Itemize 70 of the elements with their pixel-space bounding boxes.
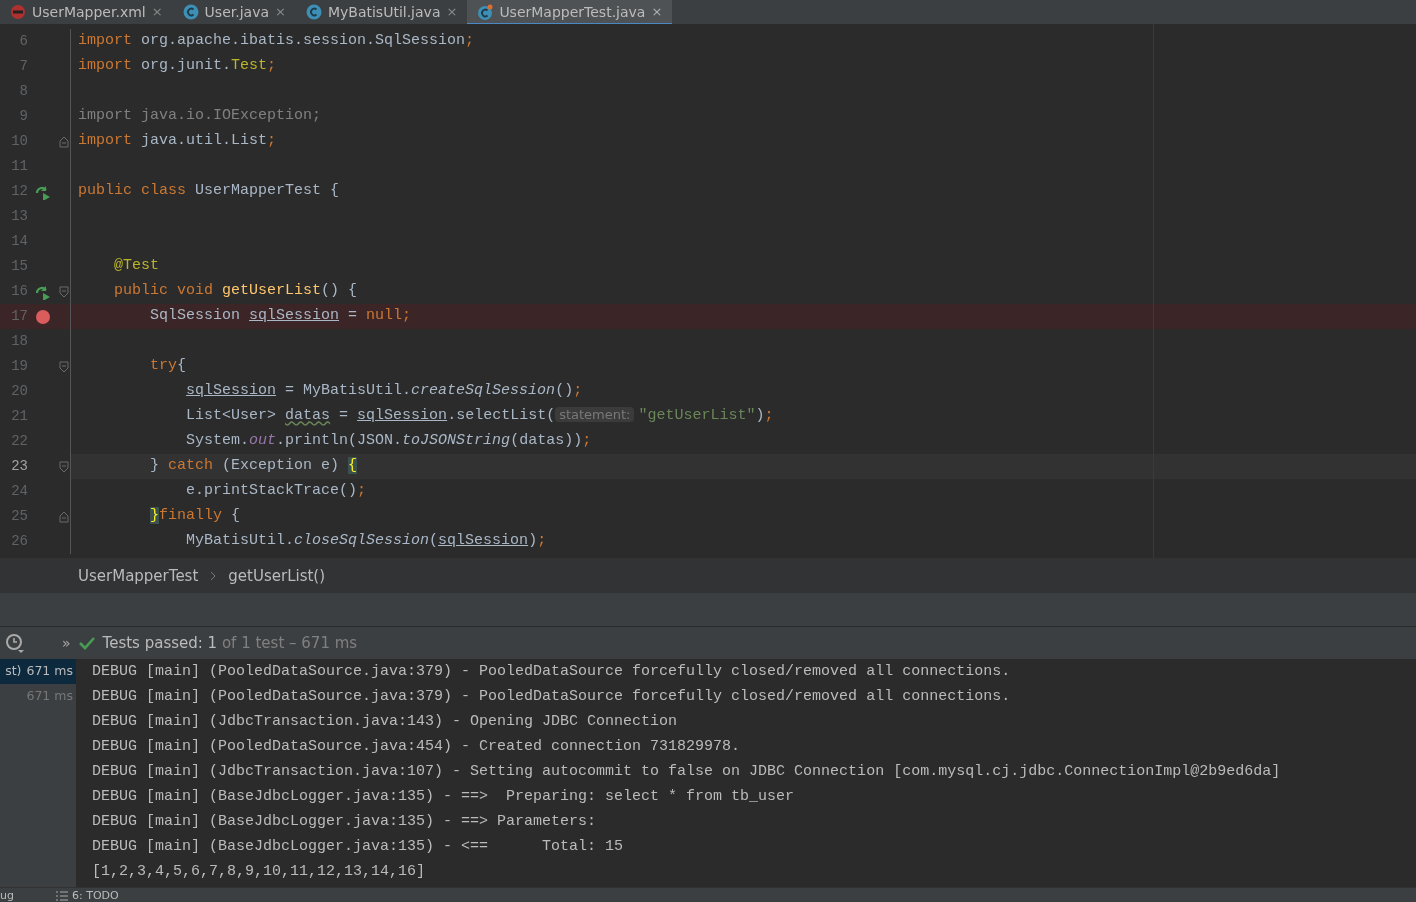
- line-number: 20: [10, 382, 28, 401]
- breadcrumb-item[interactable]: getUserList(): [228, 564, 326, 588]
- console-line: [1,2,3,4,5,6,7,8,9,10,11,12,13,14,16]: [92, 862, 427, 882]
- close-icon[interactable]: ×: [651, 3, 663, 20]
- editor-tab[interactable]: User.java ×: [172, 0, 296, 23]
- line-number: 16: [10, 282, 28, 301]
- line-number: 6: [18, 32, 28, 51]
- line-number: 15: [10, 257, 28, 276]
- close-icon[interactable]: ×: [275, 3, 286, 20]
- history-icon: [4, 632, 26, 654]
- code-line: try{: [149, 356, 187, 377]
- line-number: 22: [10, 432, 28, 451]
- line-number: 21: [10, 407, 28, 426]
- editor-tab[interactable]: UserMapper.xml ×: [0, 0, 173, 23]
- close-icon[interactable]: ×: [151, 3, 163, 20]
- code-line: List<User> datas = sqlSession.selectList( statement: "getUserList");: [185, 406, 774, 427]
- code-line: MyBatisUtil.closeSqlSession(sqlSession);: [185, 531, 547, 552]
- console-line: DEBUG [main] (PooledDataSource.java:379) - PooledDataSource forcefully closed/removed all connections.: [92, 662, 1012, 682]
- console-line: DEBUG [main] (PooledDataSource.java:454) - Created connection 731829978.: [92, 737, 742, 757]
- code-line: e.printStackTrace();: [185, 481, 367, 502]
- editor-tab[interactable]: MyBatisUtil.java ×: [295, 0, 468, 23]
- code-line: } catch (Exception e) {: [149, 456, 358, 477]
- code-line: @Test: [113, 256, 160, 277]
- code-line: System.out.println(JSON.toJSONString(datas));: [185, 431, 592, 452]
- line-number: 24: [10, 482, 28, 501]
- line-number: 7: [18, 57, 28, 76]
- console-line: DEBUG [main] (JdbcTransaction.java:107) - Setting autocommit to false on JDBC Connection [com.mysql.cj.jdbc.ConnectionImpl@2b9ed6da]: [92, 762, 1281, 782]
- test-tree-row[interactable]: st) 671 ms: [0, 659, 76, 684]
- console-line: DEBUG [main] (PooledDataSource.java:379) - PooledDataSource forcefully closed/removed all connections.: [92, 687, 1012, 707]
- line-number: 19: [10, 357, 28, 376]
- line-number: 8: [18, 82, 28, 101]
- breakpoint-icon: [36, 309, 50, 324]
- code-line: import java.util.List;: [78, 131, 277, 152]
- code-line: sqlSession = MyBatisUtil.createSqlSession();: [185, 381, 583, 402]
- test-class-icon: [477, 3, 494, 20]
- code-line: public class UserMapperTest {: [78, 181, 340, 202]
- console-line: DEBUG [main] (BaseJdbcLogger.java:135) - ==> Preparing: select * from tb_user: [92, 787, 796, 807]
- test-status: Tests passed: 1 of 1 test – 671 ms: [102, 632, 358, 654]
- code-line: import org.junit.Test;: [78, 56, 277, 77]
- class-icon: [305, 3, 322, 20]
- line-number: 18: [10, 332, 28, 351]
- breadcrumb-item[interactable]: UserMapperTest: [78, 564, 199, 588]
- line-number: 11: [10, 157, 28, 176]
- line-number: 9: [18, 107, 28, 126]
- code-line: import org.apache.ibatis.session.SqlSession;: [78, 31, 475, 52]
- tool-window-tab[interactable]: 6: TODO: [55, 888, 119, 902]
- code-line: SqlSession sqlSession = null;: [149, 306, 412, 327]
- console-line: DEBUG [main] (JdbcTransaction.java:143) - Opening JDBC Connection: [92, 712, 679, 732]
- expand-icon[interactable]: »: [62, 632, 71, 654]
- code-line: public void getUserList() {: [113, 281, 358, 302]
- line-number: 25: [10, 507, 28, 526]
- line-number: 13: [10, 207, 28, 226]
- editor-tab[interactable]: UserMapperTest.java ×: [467, 0, 673, 24]
- class-icon: [182, 3, 199, 20]
- tool-window-tab[interactable]: ug: [0, 888, 14, 902]
- line-number: 10: [10, 132, 28, 151]
- xml-file-icon: [10, 3, 26, 20]
- code-line: import java.io.IOException;: [78, 106, 322, 127]
- close-icon[interactable]: ×: [446, 3, 458, 20]
- line-number: 14: [10, 232, 28, 251]
- line-number: 26: [10, 532, 28, 551]
- console-line: DEBUG [main] (BaseJdbcLogger.java:135) - <== Total: 15: [92, 837, 625, 857]
- line-number: 23: [10, 457, 28, 476]
- console-line: DEBUG [main] (BaseJdbcLogger.java:135) - ==> Parameters:: [92, 812, 598, 832]
- line-number: 12: [10, 182, 28, 201]
- check-icon: [78, 636, 95, 650]
- chevron-icon: [210, 571, 217, 581]
- line-number: 17: [10, 307, 28, 326]
- list-icon: [55, 891, 68, 901]
- code-line: }finally {: [149, 506, 241, 527]
